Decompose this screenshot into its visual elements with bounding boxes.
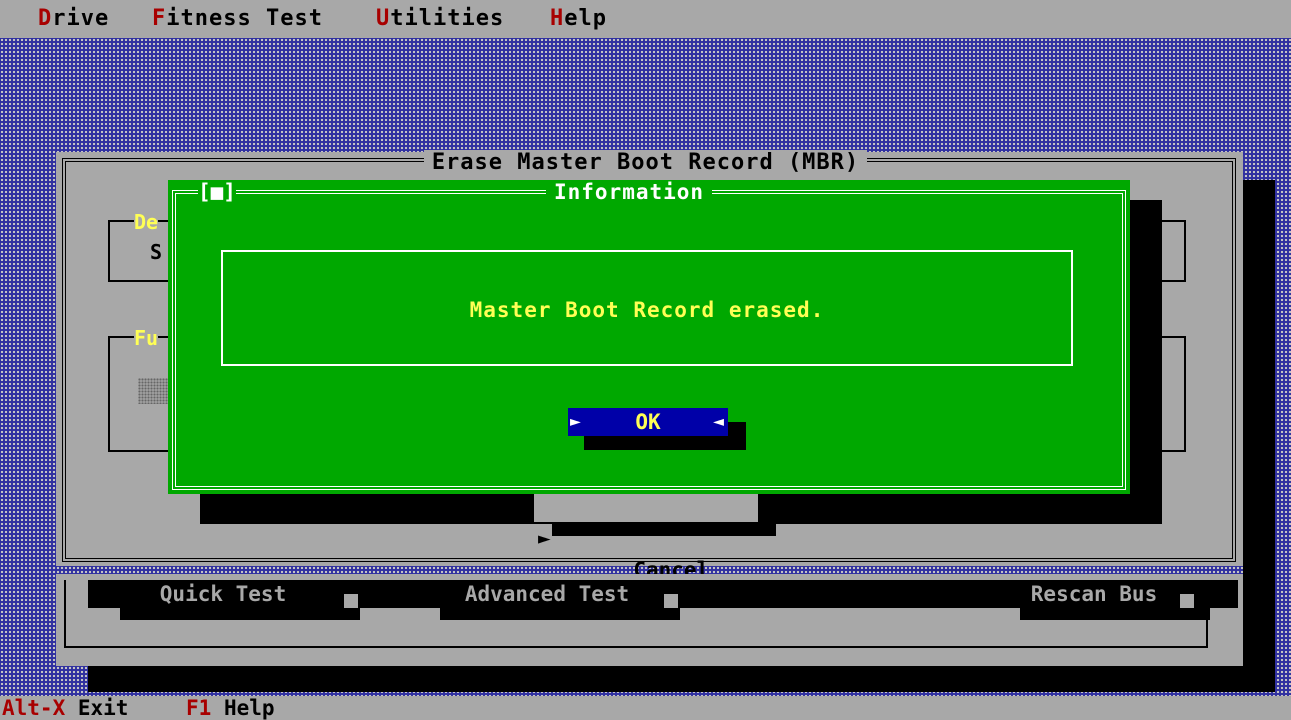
quick-test-shadow-marker (344, 594, 358, 608)
quick-test-button[interactable]: Quick Test (88, 580, 358, 608)
erase-window-title: Erase Master Boot Record (MBR) (0, 150, 1291, 175)
advanced-test-button[interactable]: Advanced Test (422, 580, 672, 608)
erase-window-shadow (1243, 180, 1275, 680)
message-box: Master Boot Record erased. (221, 250, 1073, 366)
device-group-label: De (134, 210, 159, 234)
info-dialog-title: Information (546, 180, 713, 204)
bottom-button-panel: Quick Test Advanced Test Rescan Bus (56, 574, 1243, 666)
arrow-left-icon: ◄ (713, 411, 724, 432)
exit-shortcut[interactable]: Alt-X Exit (2, 696, 128, 720)
arrow-right-icon: ► (570, 411, 581, 432)
menu-drive[interactable]: Drive (38, 6, 109, 31)
rescan-bus-shadow-marker (1180, 594, 1194, 608)
advanced-test-shadow-marker (664, 594, 678, 608)
device-value: S (150, 240, 163, 264)
menu-utilities[interactable]: Utilities (376, 6, 504, 31)
ok-button[interactable]: ► OK ◄ (568, 408, 728, 436)
rescan-bus-button[interactable]: Rescan Bus (1004, 580, 1184, 608)
help-shortcut[interactable]: F1 Help (186, 696, 275, 720)
information-dialog: [■] Information Master Boot Record erase… (168, 180, 1130, 494)
menu-fitness-test[interactable]: Fitness Test (152, 6, 323, 31)
arrow-right-icon: ► (538, 526, 551, 550)
close-box[interactable]: [■] (198, 180, 236, 204)
function-group-label: Fu (134, 326, 159, 350)
menu-bar: Drive Fitness Test Utilities Help (0, 0, 1291, 38)
message-text: Master Boot Record erased. (469, 298, 825, 322)
cancel-button[interactable]: ► Cancel ◄ (534, 490, 758, 614)
info-dialog-shadow (1130, 200, 1162, 494)
progress-bar-fragment-left (138, 378, 168, 404)
bottom-panel-shadow (88, 666, 1275, 692)
menu-help[interactable]: Help (550, 6, 607, 31)
status-bar: Alt-X Exit F1 Help (0, 696, 1291, 720)
